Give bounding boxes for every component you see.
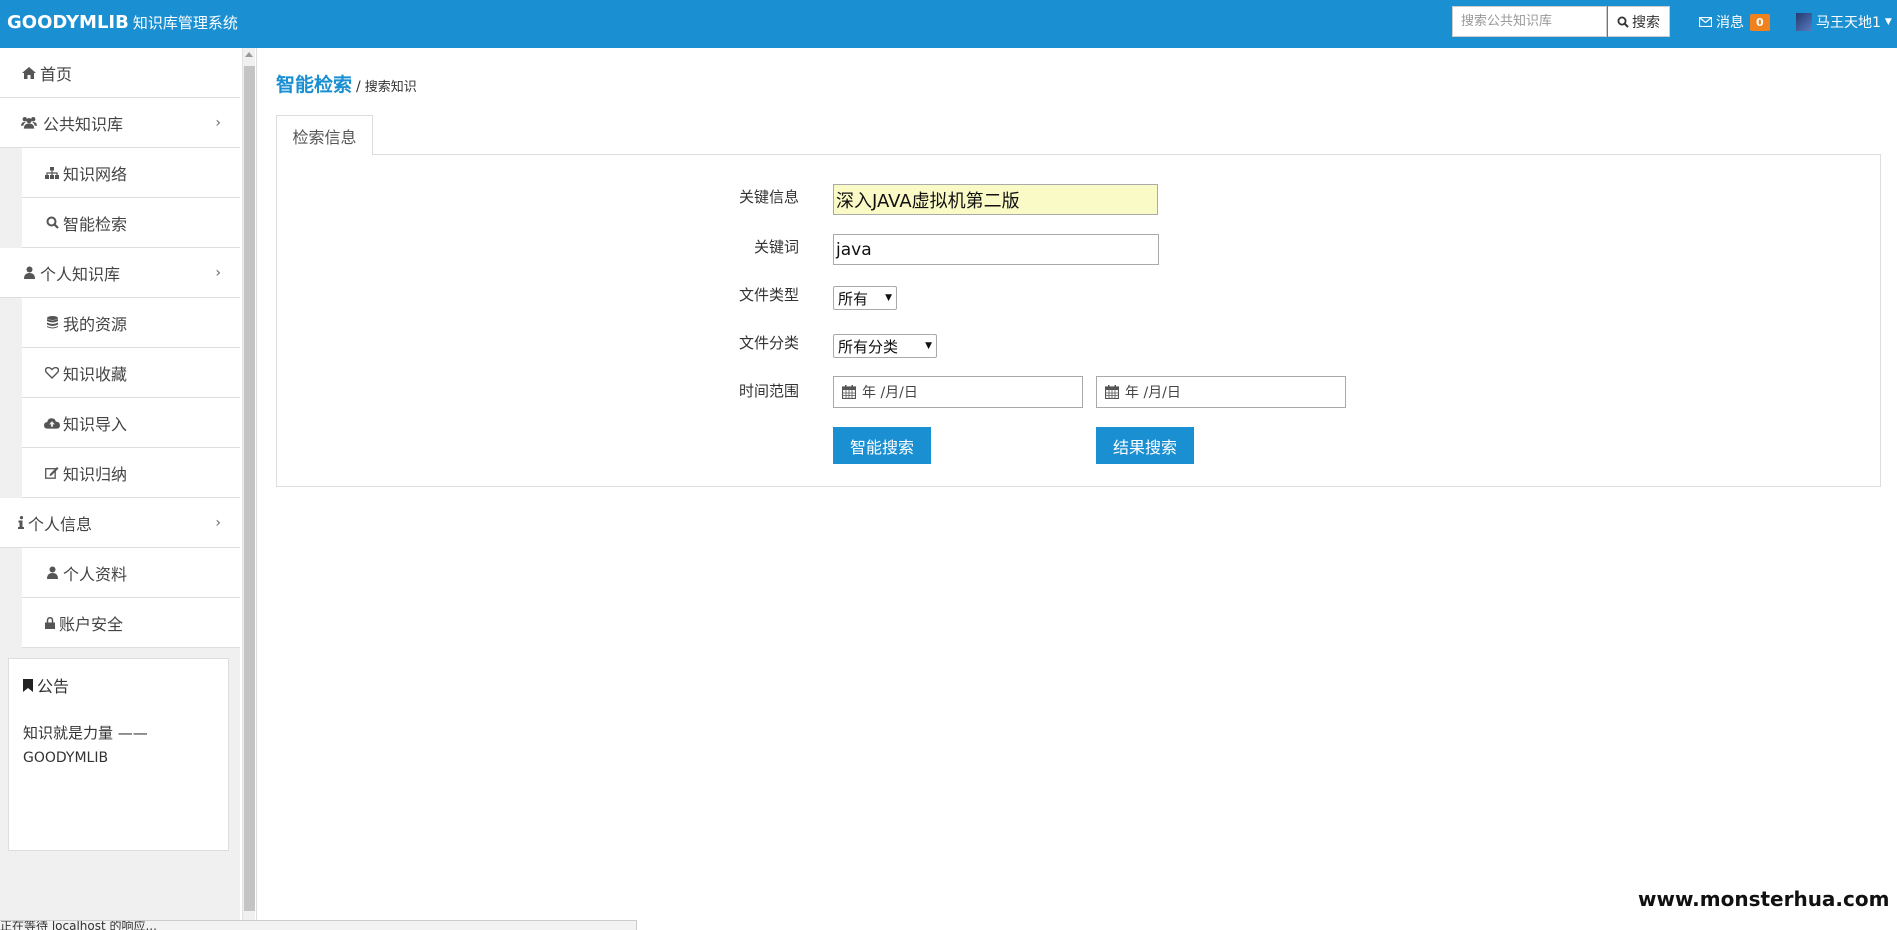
timerange-label: 时间范围 (738, 382, 799, 400)
keyinfo-input[interactable]: 深入JAVA虚拟机第二版 (833, 184, 1158, 215)
sidebar-item-label: 公共知识库 (43, 114, 124, 134)
search-button[interactable]: 搜索 (1608, 6, 1670, 37)
search-icon (44, 216, 60, 229)
brand-subtitle: 知识库管理系统 (132, 14, 238, 32)
sidebar-item-label: 智能检索 (63, 214, 128, 234)
sidebar-item-label: 知识归纳 (63, 464, 128, 484)
sidebar-item-personal-kb[interactable]: 个人知识库 › (0, 248, 240, 298)
calendar-icon (1105, 385, 1119, 399)
heart-icon (44, 366, 60, 379)
tab-search-info[interactable]: 检索信息 (276, 115, 373, 155)
sidebar-item-label: 首页 (40, 64, 73, 84)
sidebar-item-label: 个人知识库 (40, 264, 121, 284)
date-start-placeholder: 年 /月/日 (862, 385, 918, 401)
lock-icon (44, 616, 56, 629)
dropdown-arrow-icon: ▼ (885, 293, 892, 303)
keyword-label: 关键词 (753, 238, 799, 256)
breadcrumb-subtitle: 搜索知识 (364, 80, 417, 95)
users-icon (21, 116, 37, 129)
sidebar-item-knowledge-network[interactable]: 知识网络 (22, 148, 240, 198)
sidebar-item-import[interactable]: 知识导入 (22, 398, 240, 448)
envelope-icon (1699, 17, 1712, 27)
notice-title: 公告 (23, 673, 214, 697)
home-icon (21, 66, 37, 79)
sidebar-item-personal-info[interactable]: 个人信息 › (0, 498, 240, 548)
sidebar-item-my-resources[interactable]: 我的资源 (22, 298, 240, 348)
filecat-select-value: 所有分类 (838, 337, 899, 356)
breadcrumb-current[interactable]: 智能检索 (276, 70, 352, 97)
username: 马王天地1 (1816, 15, 1881, 31)
sitemap-icon (44, 166, 60, 179)
filetype-select-value: 所有 (838, 289, 869, 308)
user-icon (44, 566, 60, 579)
chevron-right-icon: › (215, 514, 221, 531)
top-navbar: GOODYMLIB知识库管理系统 搜索 消息 0 马王天地1 ▼ (0, 0, 1897, 48)
edit-icon (44, 466, 60, 479)
info-icon (17, 516, 25, 529)
search-input[interactable] (1452, 6, 1607, 37)
smart-search-button[interactable]: 智能搜索 (833, 427, 931, 464)
scroll-up-arrow-icon[interactable] (245, 52, 253, 57)
divider (256, 48, 257, 920)
keyword-input[interactable]: java (833, 234, 1159, 265)
sidebar-item-label: 我的资源 (63, 314, 128, 334)
user-menu[interactable]: 马王天地1 ▼ (1796, 12, 1892, 32)
sidebar-item-public-kb[interactable]: 公共知识库 › (0, 98, 240, 148)
messages-count-badge: 0 (1750, 13, 1770, 31)
date-start-input[interactable]: 年 /月/日 (833, 376, 1083, 408)
brand-name: GOODYMLIB (7, 12, 129, 33)
scroll-thumb[interactable] (244, 66, 255, 911)
browser-status-bar: 正在等待 localhost 的响应... (0, 920, 637, 930)
sidebar-item-favorites[interactable]: 知识收藏 (22, 348, 240, 398)
chevron-right-icon: › (215, 114, 221, 131)
sidebar-item-smart-search[interactable]: 智能检索 (22, 198, 240, 248)
filecat-select[interactable]: 所有分类 ▼ (833, 334, 937, 358)
brand-logo[interactable]: GOODYMLIB 知识库管理系统 (7, 12, 238, 33)
sidebar-item-label: 个人资料 (63, 564, 128, 584)
sidebar-item-account-security[interactable]: 账户安全 (22, 598, 240, 648)
status-text: 正在等待 localhost 的响应... (0, 920, 157, 930)
date-end-input[interactable]: 年 /月/日 (1096, 376, 1346, 408)
date-end-placeholder: 年 /月/日 (1125, 385, 1181, 401)
chevron-right-icon: › (215, 264, 221, 281)
calendar-icon (842, 385, 856, 399)
search-button-label: 搜索 (1632, 14, 1660, 31)
messages-label: 消息 (1716, 15, 1744, 31)
breadcrumb-separator: / (356, 79, 361, 95)
sidebar: 首页 公共知识库 › 知识网络 智能检索 个人知识库 › 我的资源 知识收藏 知… (0, 48, 240, 920)
notice-title-text: 公告 (37, 677, 70, 696)
sidebar-item-label: 知识网络 (63, 164, 128, 184)
result-search-button[interactable]: 结果搜索 (1096, 427, 1194, 464)
cloud-upload-icon (44, 417, 60, 429)
filetype-label: 文件类型 (738, 286, 799, 304)
sidebar-item-profile[interactable]: 个人资料 (22, 548, 240, 598)
filecat-label: 文件分类 (738, 334, 799, 352)
notice-line: 知识就是力量 —— (23, 724, 148, 742)
avatar (1796, 13, 1812, 31)
messages-link[interactable]: 消息 0 (1699, 12, 1770, 32)
caret-down-icon: ▼ (1884, 17, 1892, 27)
sidebar-item-home[interactable]: 首页 (0, 48, 240, 98)
sidebar-item-label: 账户安全 (59, 614, 124, 634)
breadcrumb: 智能检索 / 搜索知识 (276, 70, 417, 97)
database-icon (44, 316, 60, 329)
sidebar-item-label: 个人信息 (28, 514, 93, 534)
user-icon (21, 266, 37, 279)
search-form-panel: 关键信息 深入JAVA虚拟机第二版 关键词 java 文件类型 所有 ▼ 文件分… (276, 154, 1881, 487)
sidebar-item-summarize[interactable]: 知识归纳 (22, 448, 240, 498)
sidebar-scrollbar[interactable] (242, 48, 255, 920)
dropdown-arrow-icon: ▼ (925, 341, 932, 351)
bookmark-icon (23, 678, 33, 692)
sidebar-item-label: 知识收藏 (63, 364, 128, 384)
notice-line: GOODYMLIB (23, 750, 109, 766)
search-icon (1617, 16, 1629, 28)
keyinfo-label: 关键信息 (738, 188, 799, 206)
watermark: www.monsterhua.com (1638, 887, 1890, 911)
notice-body: 知识就是力量 —— GOODYMLIB (23, 721, 214, 771)
sidebar-item-label: 知识导入 (63, 414, 128, 434)
notice-panel: 公告 知识就是力量 —— GOODYMLIB (8, 658, 229, 851)
filetype-select[interactable]: 所有 ▼ (833, 286, 897, 310)
